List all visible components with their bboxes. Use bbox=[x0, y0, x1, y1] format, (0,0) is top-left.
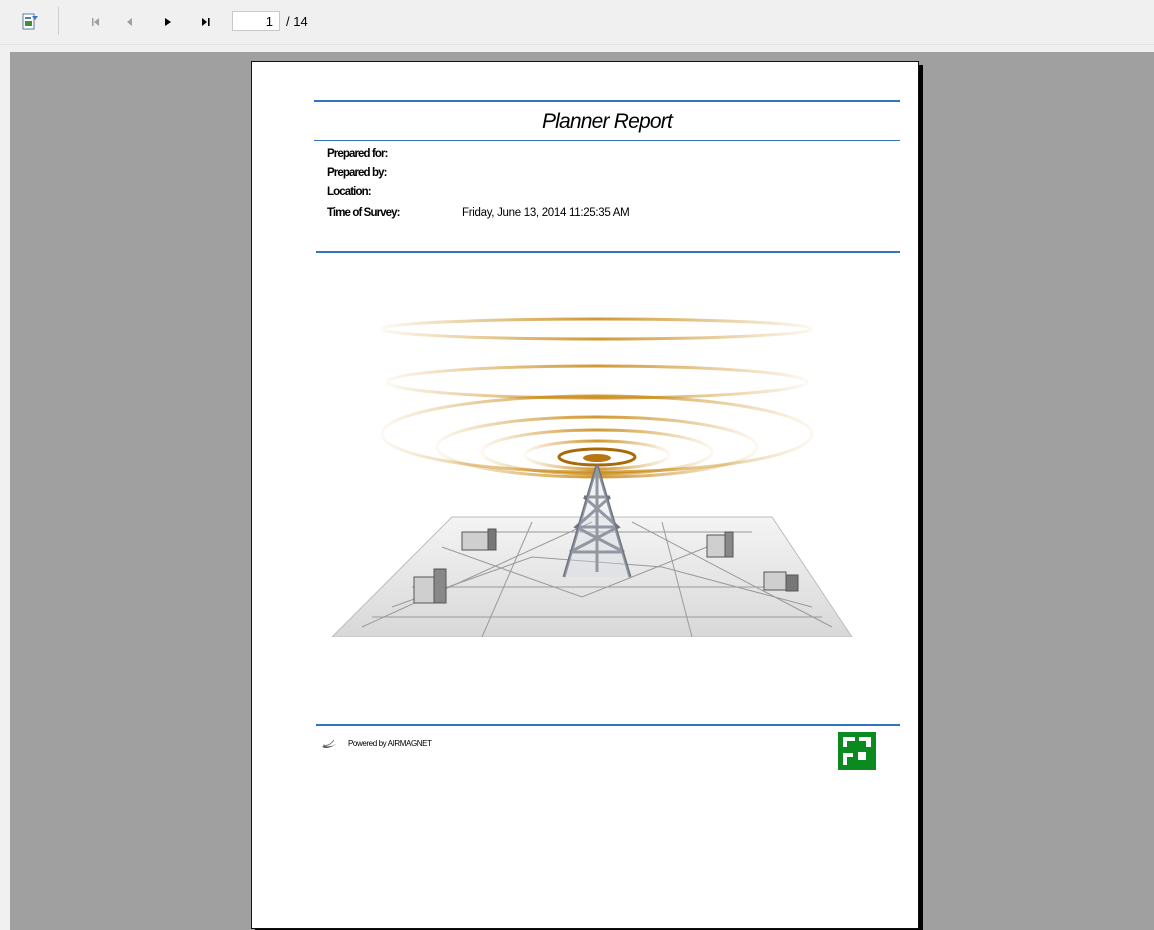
total-pages-label: / 14 bbox=[286, 14, 308, 29]
previous-page-button[interactable] bbox=[118, 10, 142, 34]
first-page-button[interactable] bbox=[84, 10, 108, 34]
last-page-button[interactable] bbox=[194, 10, 218, 34]
powered-by: Powered by AIRMAGNET bbox=[320, 736, 432, 750]
prepared-by-label: Prepared by: bbox=[327, 167, 387, 179]
header-rule-bottom bbox=[314, 140, 900, 141]
radio-tower-over-city-map-illustration bbox=[332, 317, 853, 637]
first-page-icon bbox=[92, 18, 99, 26]
header-rule-top bbox=[314, 100, 900, 102]
report-toolbar: / 14 bbox=[0, 0, 1154, 45]
prepared-for-label: Prepared for: bbox=[327, 148, 388, 160]
airmagnet-swoosh-icon bbox=[322, 739, 338, 748]
report-page: Planner Report Prepared for: Prepared by… bbox=[251, 61, 919, 929]
last-page-icon bbox=[202, 18, 210, 26]
previous-page-icon bbox=[127, 18, 132, 26]
time-of-survey-label: Time of Survey: bbox=[327, 207, 400, 219]
export-report-icon[interactable] bbox=[18, 10, 42, 34]
footer-rule bbox=[316, 724, 900, 726]
location-label: Location: bbox=[327, 186, 372, 198]
next-page-icon bbox=[165, 18, 171, 26]
green-company-logo-icon bbox=[838, 732, 876, 770]
toolbar-separator bbox=[58, 7, 59, 35]
meta-section-rule bbox=[316, 251, 900, 253]
current-page-input[interactable] bbox=[232, 11, 280, 31]
time-of-survey-value: Friday, June 13, 2014 11:25:35 AM bbox=[462, 207, 630, 219]
powered-by-text: Powered by AIRMAGNET bbox=[348, 738, 432, 748]
report-title: Planner Report bbox=[541, 110, 673, 133]
next-page-button[interactable] bbox=[156, 10, 180, 34]
